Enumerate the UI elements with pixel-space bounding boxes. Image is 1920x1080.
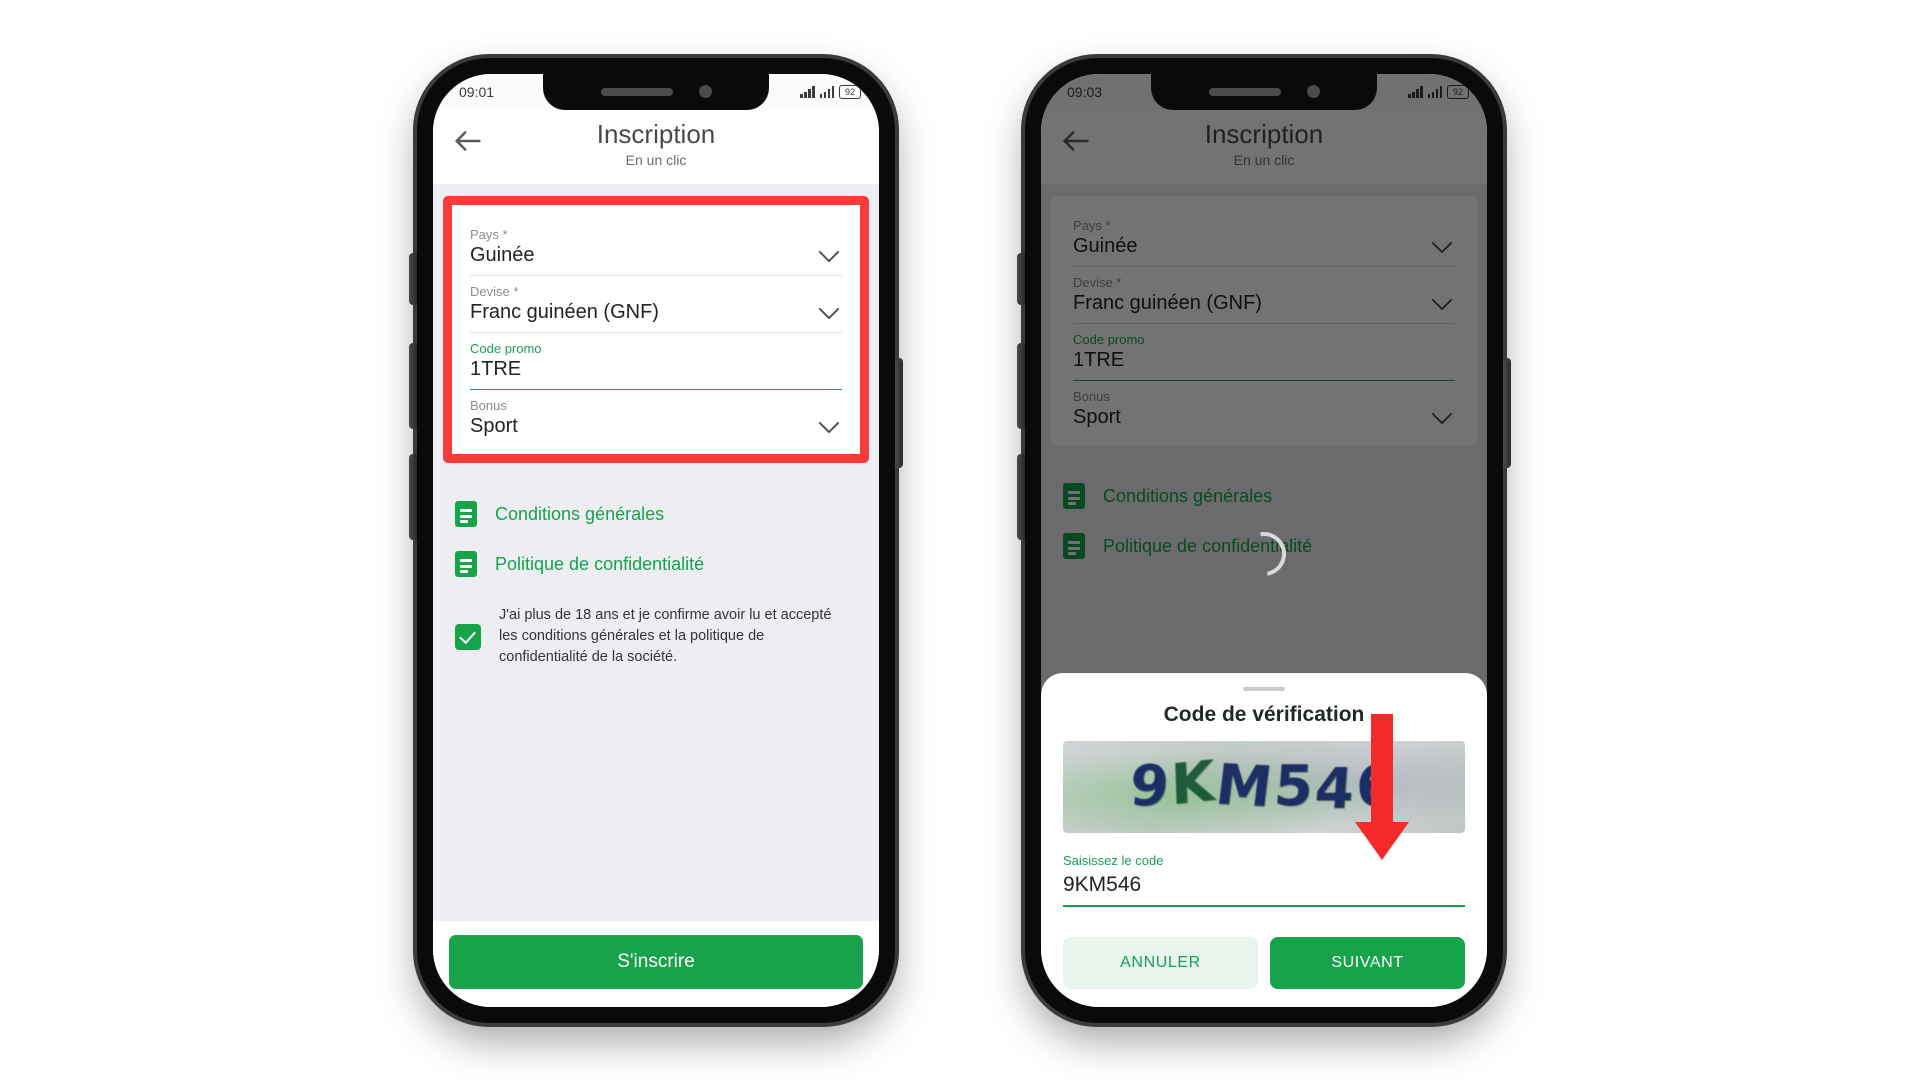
screenshot-stage: 09:01 92 Inscription En un clic Pays * G… (0, 0, 1920, 1080)
document-icon (455, 551, 477, 578)
register-button[interactable]: S'inscrire (449, 934, 863, 989)
consent-checkbox[interactable] (455, 623, 481, 650)
field-promo-code-value[interactable]: 1TRE (470, 357, 842, 382)
phone-screen: 09:03 92 Inscription En un clic (1041, 73, 1487, 1007)
link-terms-label: Conditions générales (495, 503, 665, 524)
notch (543, 73, 769, 110)
captcha-input-value[interactable]: 9KM546 (1063, 873, 1465, 897)
arrow-left-icon[interactable] (451, 124, 485, 158)
field-promo-code[interactable]: Code promo 1TRE (470, 333, 842, 391)
highlight-annotation-box: Pays * Guinée Devise * Franc guinéen (GN… (443, 196, 869, 464)
phone-button-volume-down[interactable] (1017, 453, 1025, 540)
legal-links: Conditions générales Politique de confid… (433, 467, 879, 589)
modal-title: Code de vérification (1163, 702, 1365, 726)
field-currency-value: Franc guinéen (GNF) (470, 301, 659, 324)
chevron-down-icon[interactable] (818, 250, 840, 263)
chevron-down-icon[interactable] (818, 421, 840, 434)
field-country-value: Guinée (470, 244, 535, 267)
phone-screen: 09:01 92 Inscription En un clic Pays * G… (433, 73, 879, 1007)
field-bonus[interactable]: Bonus Sport (470, 390, 842, 446)
next-button[interactable]: SUIVANT (1270, 936, 1465, 989)
consent-text: J'ai plus de 18 ans et je confirme avoir… (499, 607, 832, 666)
link-privacy-label: Politique de confidentialité (495, 553, 705, 574)
chevron-down-icon[interactable] (818, 307, 840, 320)
field-currency[interactable]: Devise * Franc guinéen (GNF) (470, 276, 842, 334)
signal-bars-2-icon (819, 85, 834, 98)
page-title: Inscription (596, 118, 716, 149)
link-terms[interactable]: Conditions générales (455, 489, 857, 539)
modal-actions: ANNULER SUIVANT (1063, 936, 1465, 989)
phone-button-power[interactable] (1503, 357, 1511, 468)
phone-button-mute[interactable] (1017, 252, 1025, 305)
earpiece-speaker (600, 87, 673, 96)
field-bonus-value: Sport (470, 415, 518, 438)
front-camera-icon (1306, 85, 1320, 98)
link-privacy[interactable]: Politique de confidentialité (455, 539, 857, 589)
screen-content: Pays * Guinée Devise * Franc guinéen (GN… (433, 184, 879, 1007)
field-country-label: Pays * (470, 227, 508, 243)
cancel-button[interactable]: ANNULER (1063, 936, 1258, 989)
verification-modal: Code de vérification 9KM546 Saisissez le… (1041, 672, 1487, 1007)
phone-button-volume-up[interactable] (1017, 342, 1025, 429)
captcha-input-field[interactable]: Saisissez le code 9KM546 (1063, 853, 1465, 907)
captcha-text: 9KM546 (1128, 748, 1398, 822)
captcha-input-label: Saisissez le code (1063, 852, 1164, 868)
field-promo-code-label: Code promo (470, 341, 542, 357)
field-country[interactable]: Pays * Guinée (470, 219, 842, 277)
earpiece-speaker (1208, 87, 1281, 96)
field-bonus-label: Bonus (470, 398, 507, 414)
footer-bar: S'inscrire (433, 920, 879, 1007)
phone-button-power[interactable] (895, 357, 903, 468)
status-icons: 92 (800, 84, 861, 99)
registration-form-wrapper: Pays * Guinée Devise * Franc guinéen (GN… (433, 184, 879, 467)
phone-left: 09:01 92 Inscription En un clic Pays * G… (409, 57, 903, 1023)
field-currency-label: Devise * (470, 284, 519, 300)
consent-row[interactable]: J'ai plus de 18 ans et je confirme avoir… (433, 589, 879, 668)
app-bar: Inscription En un clic (433, 109, 879, 185)
status-time: 09:01 (459, 83, 495, 100)
document-icon (455, 501, 477, 528)
phone-button-mute[interactable] (409, 252, 417, 305)
notch (1151, 73, 1377, 110)
phone-button-volume-up[interactable] (409, 342, 417, 429)
page-subtitle: En un clic (625, 152, 687, 169)
phone-button-volume-down[interactable] (409, 453, 417, 540)
sheet-grabber[interactable] (1243, 686, 1285, 691)
phone-right: 09:03 92 Inscription En un clic (1017, 57, 1511, 1023)
signal-bars-icon (800, 85, 815, 98)
front-camera-icon (698, 85, 712, 98)
battery-icon: 92 (839, 84, 861, 99)
captcha-image: 9KM546 (1063, 740, 1465, 833)
